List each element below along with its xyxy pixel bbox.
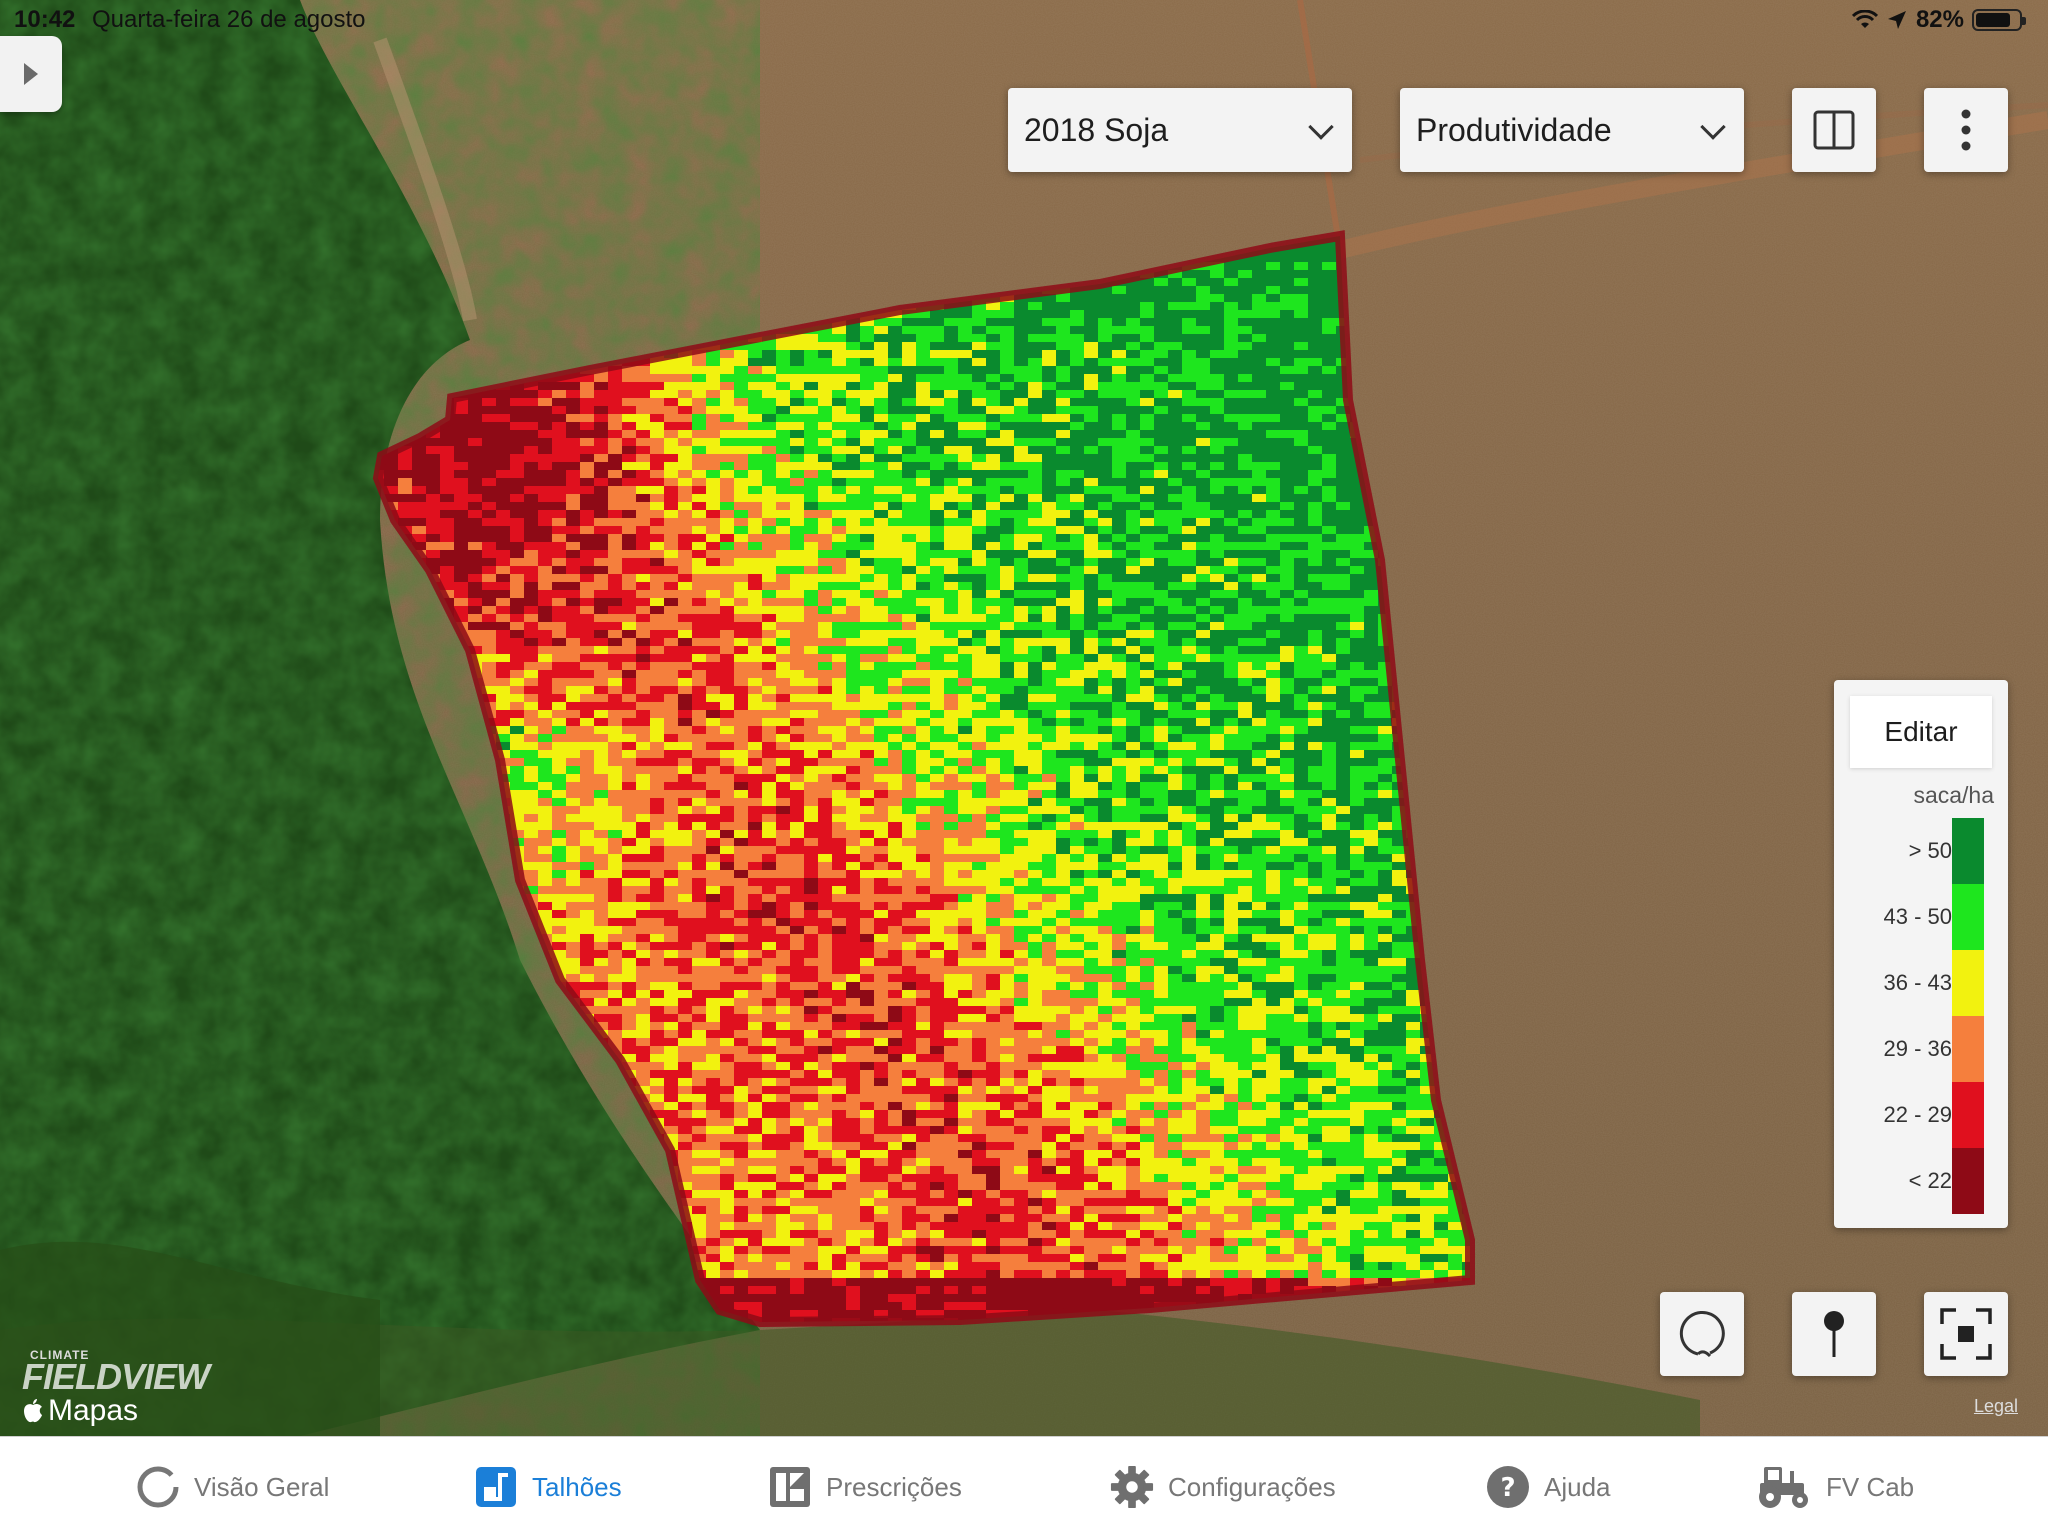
tab-bar: Visão Geral Talhões Prescrições Configur… — [0, 1436, 2048, 1536]
legend-row: < 22 — [1834, 1148, 2008, 1214]
tab-talhoes[interactable]: Talhões — [474, 1457, 622, 1517]
edit-legend-button[interactable]: Editar — [1850, 696, 1992, 768]
legend-swatch — [1952, 1082, 1984, 1148]
fieldview-watermark: CLIMATE FIELDVIEW Mapas — [22, 1348, 210, 1428]
tab-prescricoes[interactable]: Prescrições — [768, 1457, 962, 1517]
gear-icon — [1110, 1465, 1154, 1509]
yield-map-layer[interactable] — [0, 0, 2048, 1436]
legend-label: 29 - 36 — [1883, 1036, 1953, 1061]
more-vertical-icon — [1961, 109, 1971, 151]
legend-row: 36 - 43 — [1834, 950, 2008, 1016]
legend-label: < 22 — [1908, 1168, 1952, 1193]
prescriptions-icon — [768, 1465, 812, 1509]
chevron-down-icon — [1700, 114, 1726, 140]
tab-fv-cab[interactable]: FV Cab — [1754, 1457, 1914, 1517]
battery-percent: 82% — [1915, 6, 1964, 33]
satellite-map[interactable] — [0, 0, 2048, 1436]
status-time: 10:42 — [14, 6, 76, 33]
status-date: Quarta-feira 26 de agosto — [92, 6, 366, 33]
split-view-button[interactable] — [1792, 88, 1876, 172]
fit-bounds-button[interactable] — [1924, 1292, 2008, 1376]
legend-row: > 50 — [1834, 818, 2008, 884]
tab-ajuda[interactable]: ? Ajuda — [1486, 1457, 1611, 1517]
lasso-icon — [1679, 1311, 1725, 1358]
lasso-button[interactable] — [1660, 1292, 1744, 1376]
status-bar: 10:42 Quarta-feira 26 de agosto 82% — [0, 0, 2048, 40]
legend-swatch — [1952, 1148, 1984, 1214]
legend-row: 29 - 36 — [1834, 1016, 2008, 1082]
wifi-icon — [1851, 10, 1878, 28]
tab-label: Visão Geral — [194, 1471, 330, 1502]
fit-bounds-icon — [1940, 1308, 1992, 1360]
more-options-button[interactable] — [1924, 88, 2008, 172]
season-select-value: 2018 Soja — [1024, 111, 1169, 148]
tractor-icon — [1754, 1465, 1812, 1509]
tab-configuracoes[interactable]: Configurações — [1110, 1457, 1336, 1517]
fieldview-wordmark: FIELDVIEW — [22, 1356, 210, 1397]
layer-select[interactable]: Produtividade — [1400, 88, 1744, 172]
play-icon — [24, 63, 38, 85]
legend-swatch — [1952, 884, 1984, 950]
apple-maps-attribution: Mapas — [22, 1394, 209, 1428]
yield-legend: Editar saca/ha > 50 43 - 50 36 - 43 29 - 36… — [1834, 680, 2008, 1228]
split-view-icon — [1813, 110, 1855, 150]
legend-label: 43 - 50 — [1883, 904, 1953, 929]
season-select[interactable]: 2018 Soja — [1008, 88, 1352, 172]
layer-select-value: Produtividade — [1416, 111, 1612, 148]
legend-row: 43 - 50 — [1834, 884, 2008, 950]
yield-cells — [378, 236, 1470, 1322]
tab-label: Configurações — [1168, 1471, 1336, 1502]
side-panel-toggle[interactable] — [0, 36, 62, 112]
legend-swatch — [1952, 818, 1984, 884]
help-icon: ? — [1486, 1465, 1530, 1509]
tab-label: FV Cab — [1826, 1471, 1915, 1502]
battery-icon — [1972, 9, 2026, 31]
apple-logo-icon — [24, 1399, 42, 1423]
tab-label: Ajuda — [1544, 1471, 1611, 1502]
legend-label: 22 - 29 — [1883, 1102, 1953, 1127]
legend-label: 36 - 43 — [1883, 970, 1953, 995]
map-pin-icon — [1824, 1311, 1844, 1357]
legend-unit: saca/ha — [1913, 782, 1994, 808]
maps-label: Mapas — [48, 1394, 139, 1427]
drop-pin-button[interactable] — [1792, 1292, 1876, 1376]
location-arrow-icon — [1887, 11, 1906, 29]
tab-label: Prescrições — [826, 1471, 962, 1502]
status-right: 82% — [1851, 6, 2026, 34]
legal-link[interactable]: Legal — [1974, 1396, 2018, 1417]
tab-label: Talhões — [532, 1471, 622, 1502]
chevron-down-icon — [1308, 114, 1334, 140]
legend-swatch — [1952, 950, 1984, 1016]
tab-visao-geral[interactable]: Visão Geral — [136, 1457, 329, 1517]
legend-swatch — [1952, 1016, 1984, 1082]
overview-ring-icon — [136, 1465, 180, 1509]
legend-row: 22 - 29 — [1834, 1082, 2008, 1148]
legend-label: > 50 — [1908, 838, 1952, 863]
fields-icon — [474, 1465, 518, 1509]
